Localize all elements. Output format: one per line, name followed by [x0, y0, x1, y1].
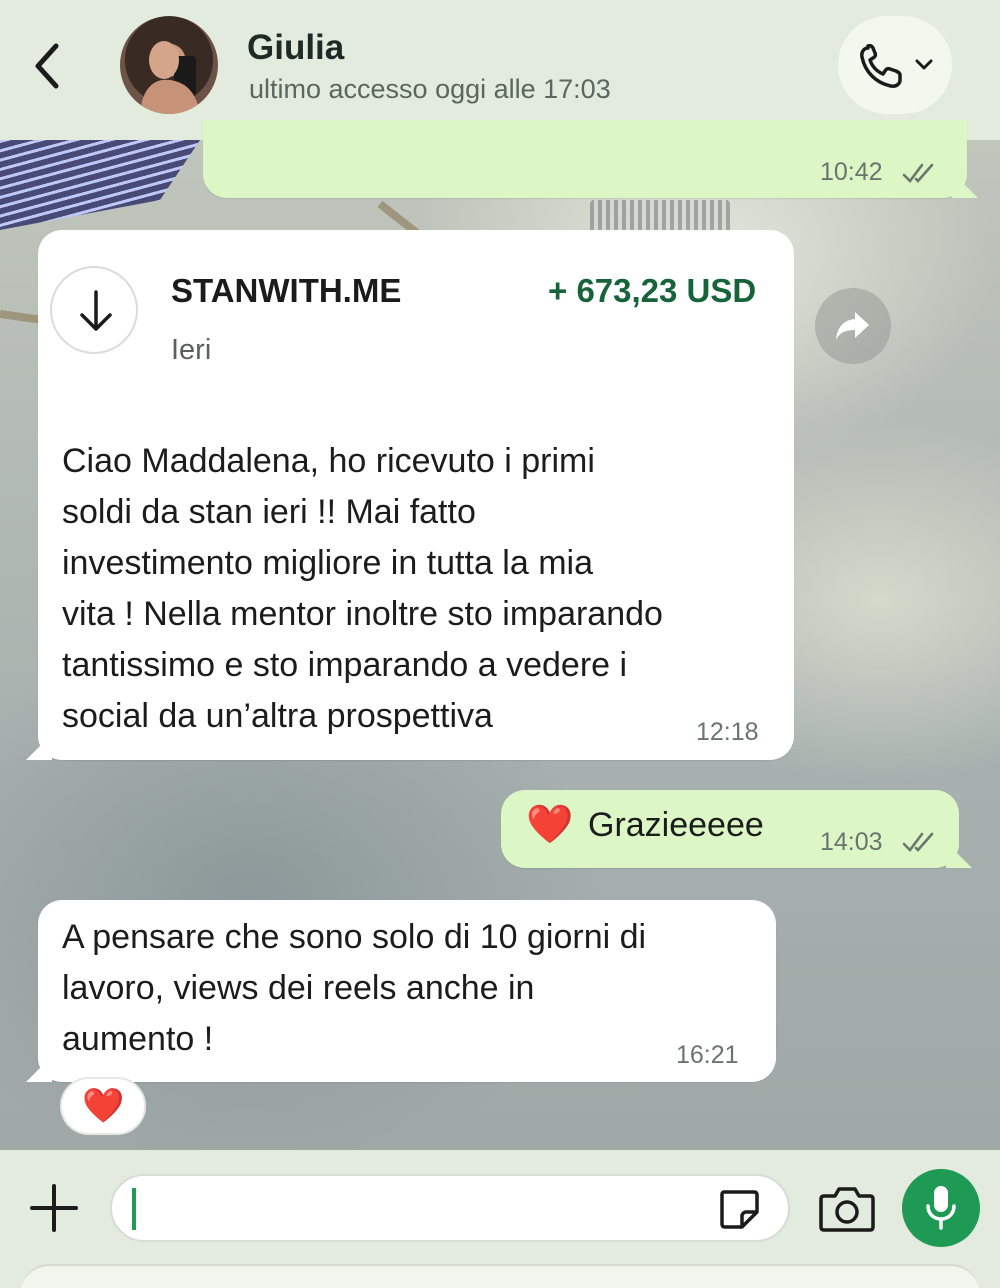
message-line: social da un’altra prospettiva [62, 697, 493, 735]
read-ticks-icon [902, 832, 934, 852]
payment-merchant: STANWITH.ME [171, 272, 402, 309]
bottom-sheet-edge [20, 1264, 980, 1288]
call-button[interactable] [838, 16, 952, 114]
message-text: Grazieeeee [588, 806, 764, 844]
message-line: tantissimo e sto imparando a vedere i [62, 646, 628, 684]
input-bar [0, 1150, 1000, 1288]
reaction-badge[interactable]: ❤️ [60, 1077, 146, 1135]
contact-status: ultimo accesso oggi alle 17:03 [249, 74, 611, 104]
message-time: 16:21 [676, 1041, 739, 1069]
contact-name[interactable]: Giulia [247, 28, 344, 68]
payment-date: Ieri [171, 334, 212, 366]
forward-icon [836, 312, 869, 340]
message-line: aumento ! [62, 1020, 214, 1058]
heart-emoji: ❤️ [526, 802, 574, 846]
microphone-button[interactable] [902, 1169, 980, 1247]
read-ticks-icon [902, 163, 934, 183]
message-line: lavoro, views dei reels anche in [62, 969, 535, 1007]
message-line: vita ! Nella mentor inoltre sto imparand… [62, 595, 663, 633]
message-input[interactable] [110, 1174, 790, 1242]
sticker-icon[interactable] [716, 1186, 762, 1232]
text-caret [132, 1188, 136, 1230]
avatar[interactable] [120, 16, 218, 114]
chevron-down-icon [915, 59, 933, 70]
camera-icon[interactable] [818, 1184, 876, 1234]
microphone-icon [926, 1186, 956, 1230]
chevron-left-icon[interactable] [28, 40, 68, 92]
payment-amount: + 673,23 USD [548, 272, 757, 309]
message-line: soldi da stan ieri !! Mai fatto [62, 493, 476, 531]
message-text: A pensare che sono solo di 10 giorni di … [62, 912, 646, 1065]
plus-icon[interactable] [26, 1180, 82, 1236]
message-time: 10:42 [820, 158, 883, 186]
message-line: investimento migliore in tutta la mia [62, 544, 594, 582]
payment-card[interactable] [50, 266, 138, 354]
phone-icon [860, 44, 902, 88]
forward-button[interactable] [815, 288, 891, 364]
message-line: A pensare che sono solo di 10 giorni di [62, 918, 647, 956]
heart-emoji: ❤️ [82, 1086, 125, 1126]
arrow-down-icon [80, 290, 112, 331]
message-line: Ciao Maddalena, ho ricevuto i primi [62, 442, 595, 480]
message-time: 14:03 [820, 828, 883, 856]
message-text: Ciao Maddalena, ho ricevuto i primi sold… [62, 436, 663, 742]
message-time: 12:18 [696, 718, 759, 746]
chat-header: Giulia ultimo accesso oggi alle 17:03 [0, 0, 1000, 140]
